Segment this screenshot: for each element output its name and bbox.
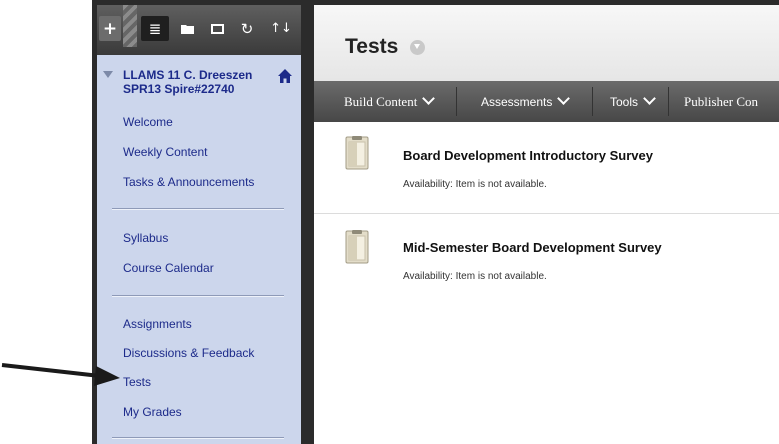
sidebar-item-discussions-feedback[interactable]: Discussions & Feedback [123,346,254,360]
item-title[interactable]: Board Development Introductory Survey [403,148,653,163]
chevron-down-icon [422,92,436,105]
action-separator [592,87,593,116]
list-icon: ≣ [148,19,162,38]
sidebar-item-syllabus[interactable]: Syllabus [123,231,168,245]
test-document-icon [345,230,369,264]
menu-divider [112,295,284,297]
folder-view-button[interactable] [173,16,201,41]
course-title-line-2: SPR13 Spire#22740 [123,82,235,96]
action-separator [456,87,457,116]
open-window-button[interactable] [203,16,231,41]
sort-icon: ↑↓ [270,21,292,36]
refresh-icon: ↻ [240,19,254,38]
list-view-button[interactable]: ≣ [141,16,169,41]
sidebar-item-course-calendar[interactable]: Course Calendar [123,261,214,275]
annotation-arrow-icon [1,363,120,386]
test-document-icon [345,136,369,170]
refresh-button[interactable]: ↻ [233,16,261,41]
window-icon [210,23,224,34]
collapse-caret-icon[interactable] [103,71,113,78]
page-header: Tests [314,5,779,81]
publisher-content-menu[interactable]: Publisher Con [684,81,758,122]
chevron-down-icon [643,92,656,105]
course-title-line-1: LLAMS 11 C. Dreeszen [123,68,253,82]
menu-divider [112,437,284,439]
availability-value: Item is not available. [455,179,547,190]
sidebar-item-weekly-content[interactable]: Weekly Content [123,145,208,159]
add-menu-item-button[interactable]: + [99,16,121,41]
tools-label: Tools [610,94,639,109]
course-header: LLAMS 11 C. Dreeszen SPR13 Spire#22740 [101,67,299,101]
sidebar-item-tasks-announcements[interactable]: Tasks & Announcements [123,175,254,189]
chevron-down-icon[interactable] [410,40,425,55]
item-availability: Availability: Item is not available. [403,271,547,282]
home-icon[interactable] [277,68,293,84]
build-content-menu[interactable]: Build Content [344,81,436,122]
action-bar: Build Content Assessments Tools Publishe… [314,81,779,122]
sidebar-item-assignments[interactable]: Assignments [123,317,192,331]
availability-label: Availability: [403,179,453,190]
content-area: Tests Build Content Assessments Tools Pu… [314,5,779,444]
build-content-label: Build Content [344,93,418,109]
chevron-down-icon [557,92,571,105]
list-item: Mid-Semester Board Development Survey Av… [314,214,779,306]
course-title[interactable]: LLAMS 11 C. Dreeszen SPR13 Spire#22740 [123,68,273,96]
list-item: Board Development Introductory Survey Av… [314,122,779,214]
item-availability: Availability: Item is not available. [403,179,547,190]
toolbar-divider [123,5,137,47]
folder-icon [180,24,194,34]
action-separator [668,87,669,116]
sidebar-item-my-grades[interactable]: My Grades [123,405,182,419]
assessments-menu[interactable]: Assessments [481,81,571,122]
tools-menu[interactable]: Tools [610,81,656,122]
course-menu-toolbar: + ≣ ↻ ↑↓ [97,5,301,55]
availability-label: Availability: [403,271,453,282]
item-title[interactable]: Mid-Semester Board Development Survey [403,240,662,255]
sort-button[interactable]: ↑↓ [267,16,295,41]
availability-value: Item is not available. [455,271,547,282]
menu-divider [112,208,284,210]
page-title: Tests [345,35,399,58]
plus-icon: + [102,18,118,39]
publisher-content-label: Publisher Con [684,93,759,109]
assessments-label: Assessments [481,94,553,109]
sidebar-item-welcome[interactable]: Welcome [123,115,173,129]
